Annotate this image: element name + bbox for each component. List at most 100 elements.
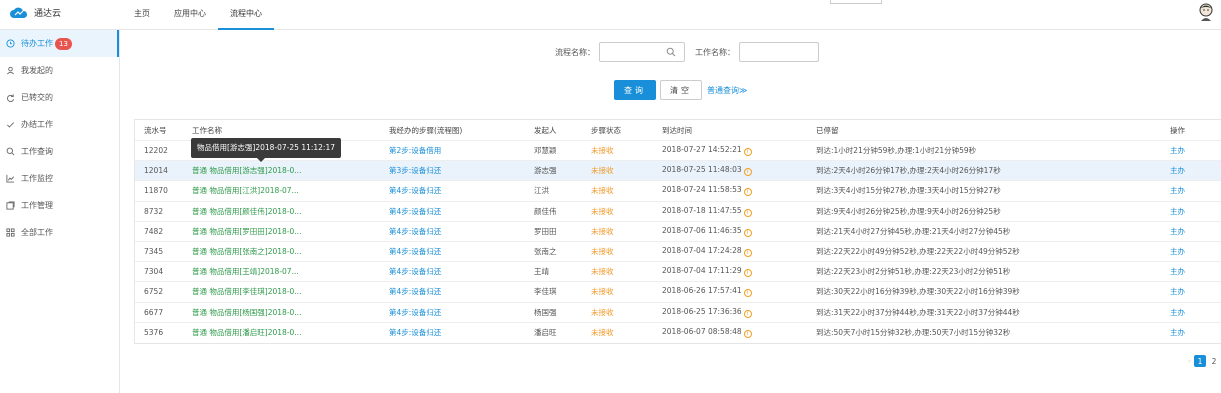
- row-handle-link[interactable]: 主办: [1170, 286, 1220, 297]
- row-handle-link[interactable]: 主办: [1170, 327, 1220, 338]
- row-work-name-link[interactable]: 普通 物品借用[颜佳伟]2018-0...: [192, 206, 389, 217]
- row-work-name-link[interactable]: 普通 物品借用[张南之]2018-0...: [192, 246, 389, 257]
- table-row[interactable]: 7345 普通 物品借用[张南之]2018-0... 第4步:设备归还 张南之 未接收 2…: [135, 242, 1221, 263]
- col-status-header: 步骤状态: [591, 125, 621, 135]
- sidebar-item-finished[interactable]: 办结工作: [0, 111, 119, 138]
- row-stay: 到达:22天22小时49分钟52秒,办理:22天22小时49分钟52秒: [816, 247, 1020, 257]
- sidebar-item-label: 工作查询: [21, 147, 53, 156]
- row-stay: 到达:21天4小时27分钟45秒,办理:21天4小时27分钟45秒: [816, 226, 1011, 236]
- row-handle-link[interactable]: 主办: [1170, 307, 1220, 318]
- row-time-cell: 2018-07-24 11:58:53 i: [662, 185, 816, 197]
- table-row[interactable]: 11870 普通 物品借用[江洪]2018-07... 第4步:设备归还 江洪 未接收 2…: [135, 181, 1221, 202]
- sidebar-item-label: 已转交的: [21, 93, 53, 102]
- table-row[interactable]: 12014 普通 物品借用[游志强]2018-0... 第3步:设备归还 游志强 未接收…: [135, 161, 1221, 182]
- row-work-name-link[interactable]: 普通 物品借用[李佳琪]2018-0...: [192, 286, 389, 297]
- page-1-button[interactable]: 1: [1194, 355, 1206, 367]
- row-step-link[interactable]: 第4步:设备归还: [389, 206, 534, 217]
- col-id-header: 流水号: [144, 125, 167, 135]
- row-id: 12014: [144, 166, 168, 176]
- info-icon[interactable]: i: [743, 208, 752, 217]
- row-time: 2018-07-24 11:58:53: [662, 185, 742, 195]
- sidebar-item-monitor[interactable]: 工作监控: [0, 165, 119, 192]
- row-initiator: 王靖: [534, 267, 549, 277]
- normal-query-link[interactable]: 普通查询≫: [707, 85, 747, 96]
- table-row[interactable]: 5376 普通 物品借用[潘启旺]2018-0... 第4步:设备归还 潘启旺 未接收 2…: [135, 323, 1221, 343]
- clear-button[interactable]: 清空: [660, 80, 702, 100]
- grid-icon: [6, 228, 15, 237]
- row-handle-link[interactable]: 主办: [1170, 185, 1220, 196]
- flow-name-input[interactable]: [599, 42, 685, 62]
- app-logo[interactable]: 通达云: [10, 6, 61, 19]
- page-2-button[interactable]: 2: [1208, 355, 1220, 367]
- row-id: 6752: [144, 287, 164, 297]
- row-time: 2018-07-04 17:11:29: [662, 266, 742, 276]
- row-time-cell: 2018-07-04 17:11:29 i: [662, 266, 816, 278]
- info-icon[interactable]: i: [743, 309, 752, 318]
- row-handle-link[interactable]: 主办: [1170, 165, 1220, 176]
- row-step-link[interactable]: 第3步:设备归还: [389, 165, 534, 176]
- info-icon[interactable]: i: [743, 228, 752, 237]
- sidebar-item-initiated[interactable]: 我发起的: [0, 57, 119, 84]
- row-stay: 到达:31天22小时37分钟44秒,办理:31天22小时37分钟44秒: [816, 307, 1020, 317]
- row-stay: 到达:1小时21分钟59秒,办理:1小时21分钟59秒: [816, 146, 977, 156]
- row-time: 2018-07-04 17:24:28: [662, 246, 742, 256]
- sidebar-item-all[interactable]: 全部工作: [0, 219, 119, 246]
- info-icon[interactable]: i: [743, 289, 752, 298]
- row-work-name-link[interactable]: 普通 物品借用[罗田田]2018-0...: [192, 226, 389, 237]
- row-work-name-link[interactable]: 普通 物品借用[杨国强]2018-0...: [192, 307, 389, 318]
- row-work-name-link[interactable]: 普通 物品借用[江洪]2018-07...: [192, 185, 389, 196]
- row-step-link[interactable]: 第4步:设备归还: [389, 185, 534, 196]
- app-name: 通达云: [34, 9, 62, 19]
- row-time-cell: 2018-07-25 11:48:03 i: [662, 165, 816, 177]
- row-status: 未接收: [591, 267, 614, 277]
- row-step-link[interactable]: 第4步:设备归还: [389, 286, 534, 297]
- row-step-link[interactable]: 第4步:设备归还: [389, 246, 534, 257]
- row-initiator: 邓慧颖: [534, 146, 557, 156]
- query-button[interactable]: 查询: [614, 80, 656, 100]
- info-icon[interactable]: i: [743, 148, 752, 157]
- row-step-link[interactable]: 第4步:设备归还: [389, 327, 534, 338]
- top-dropdown-stub[interactable]: [830, 0, 882, 4]
- col-initiator-header: 发起人: [534, 125, 557, 135]
- row-work-name-link[interactable]: 普通 物品借用[游志强]2018-0...: [192, 165, 389, 176]
- search-actions: 查询 清空 普通查询≫: [614, 80, 747, 100]
- table-row[interactable]: 6677 普通 物品借用[杨国强]2018-0... 第4步:设备归还 杨国强 未接收 2…: [135, 303, 1221, 323]
- sidebar-item-transferred[interactable]: 已转交的: [0, 84, 119, 111]
- table-row[interactable]: 6752 普通 物品借用[李佳琪]2018-0... 第4步:设备归还 李佳琪 未接收 2…: [135, 282, 1221, 303]
- table-row[interactable]: 7482 普通 物品借用[罗田田]2018-0... 第4步:设备归还 罗田田 未接收 2…: [135, 222, 1221, 242]
- row-stay: 到达:9天4小时26分钟25秒,办理:9天4小时26分钟25秒: [816, 206, 1001, 216]
- sidebar-item-query[interactable]: 工作查询: [0, 138, 119, 165]
- sidebar-item-todo[interactable]: 待办工作 13: [0, 30, 119, 57]
- row-handle-link[interactable]: 主办: [1170, 226, 1220, 237]
- row-handle-link[interactable]: 主办: [1170, 246, 1220, 257]
- table-row[interactable]: 8732 普通 物品借用[颜佳伟]2018-0... 第4步:设备归还 颜佳伟 未接收 2…: [135, 202, 1221, 222]
- table-row[interactable]: 7304 普通 物品借用[王靖]2018-07... 第4步:设备归还 王靖 未接收 20…: [135, 262, 1221, 283]
- tab-flow-center[interactable]: 流程中心: [218, 0, 274, 30]
- info-icon[interactable]: i: [743, 330, 752, 339]
- info-icon[interactable]: i: [743, 188, 752, 197]
- tab-app-center[interactable]: 应用中心: [162, 0, 218, 30]
- row-step-link[interactable]: 第4步:设备归还: [389, 266, 534, 277]
- user-avatar-icon[interactable]: [1198, 3, 1214, 21]
- tab-home[interactable]: 主页: [122, 0, 162, 30]
- info-icon[interactable]: i: [743, 249, 752, 258]
- row-work-name-link[interactable]: 普通 物品借用[王靖]2018-07...: [192, 266, 389, 277]
- search-icon[interactable]: [666, 47, 676, 57]
- row-step-link[interactable]: 第4步:设备归还: [389, 226, 534, 237]
- row-status: 未接收: [591, 287, 614, 297]
- row-handle-link[interactable]: 主办: [1170, 266, 1220, 277]
- row-step-link[interactable]: 第4步:设备归还: [389, 307, 534, 318]
- work-name-input[interactable]: [739, 42, 819, 62]
- row-initiator: 颜佳伟: [534, 206, 557, 216]
- row-handle-link[interactable]: 主办: [1170, 145, 1220, 156]
- info-icon[interactable]: i: [743, 168, 752, 177]
- row-work-name-link[interactable]: 普通 物品借用[潘启旺]2018-0...: [192, 327, 389, 338]
- row-handle-link[interactable]: 主办: [1170, 206, 1220, 217]
- row-status: 未接收: [591, 146, 614, 156]
- info-icon[interactable]: i: [743, 269, 752, 278]
- row-initiator: 潘启旺: [534, 328, 557, 338]
- row-step-link[interactable]: 第2步:设备借用: [389, 145, 534, 156]
- sidebar-item-manage[interactable]: 工作管理: [0, 192, 119, 219]
- transfer-icon: [7, 94, 15, 102]
- row-time-cell: 2018-07-06 11:46:35 i: [662, 226, 816, 237]
